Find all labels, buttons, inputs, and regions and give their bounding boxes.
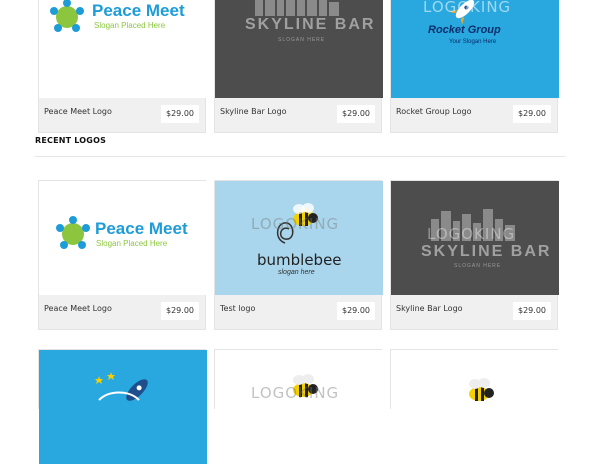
peace-meet-slogan: Slogan Placed Here — [96, 239, 168, 248]
logo-name[interactable]: Rocket Group Logo — [396, 107, 472, 116]
rocket-group-thumbnail[interactable]: LOGOKING Rocket Group Your Slogan Here — [391, 0, 559, 98]
logo-card[interactable]: LOGOKING bumblebee slogan here Test logo… — [214, 180, 383, 330]
logo-card[interactable]: Peace Meet Slogan Placed Here Peace Meet… — [38, 180, 207, 330]
rocket-title: Rocket Group — [428, 24, 501, 36]
rocket-slogan: Your Slogan Here — [449, 39, 497, 45]
rocket-group-thumbnail[interactable] — [39, 350, 207, 464]
bee-icon — [276, 203, 318, 244]
logo-name[interactable]: Test logo — [220, 304, 255, 313]
peace-meet-slogan: Slogan Placed Here — [94, 21, 166, 30]
peace-meet-title: Peace Meet — [95, 219, 188, 238]
bumblebee-thumbnail[interactable] — [391, 350, 559, 464]
skyline-slogan: SLOGAN HERE — [454, 263, 502, 269]
price-tag: $29.00 — [513, 105, 551, 123]
logo-card[interactable]: SKYLINE BAR SLOGAN HERE Skyline Bar Logo… — [214, 0, 383, 133]
bumblebee-slogan: slogan here — [278, 269, 315, 276]
bumblebee-thumbnail[interactable]: LOGOKING — [215, 350, 383, 464]
logo-card[interactable] — [390, 349, 559, 464]
peace-meet-thumbnail[interactable]: Peace Meet Slogan Placed Here — [39, 181, 207, 295]
section-title: RECENT LOGOS — [35, 136, 107, 145]
logo-card[interactable]: LOGOKING SKYLINE BAR SLOGAN HERE Skyline… — [390, 180, 559, 330]
watermark: LOGOKING — [251, 384, 340, 402]
logo-name[interactable]: Skyline Bar Logo — [220, 107, 287, 116]
watermark: LOGOKING — [427, 225, 516, 243]
skyline-icon — [255, 0, 339, 16]
logo-card[interactable] — [38, 349, 207, 464]
price-tag: $29.00 — [337, 105, 375, 123]
skyline-title: SKYLINE BAR — [421, 243, 552, 260]
rocket-icon — [95, 372, 148, 401]
peace-meet-title: Peace Meet — [92, 1, 185, 20]
logo-name[interactable]: Peace Meet Logo — [44, 304, 112, 313]
section-divider — [35, 156, 565, 157]
bumblebee-thumbnail[interactable]: LOGOKING bumblebee slogan here — [215, 181, 383, 295]
bee-icon — [293, 374, 318, 397]
skyline-title: SKYLINE BAR — [245, 16, 376, 33]
logo-card[interactable]: Peace Meet Slogan Placed Here Peace Meet… — [38, 0, 207, 133]
skyline-bar-thumbnail[interactable]: LOGOKING SKYLINE BAR SLOGAN HERE — [391, 181, 559, 295]
price-tag: $29.00 — [161, 105, 199, 123]
watermark: LOGOKING — [423, 0, 512, 16]
skyline-bar-thumbnail[interactable]: SKYLINE BAR SLOGAN HERE — [215, 0, 383, 98]
logo-name[interactable]: Peace Meet Logo — [44, 107, 112, 116]
price-tag: $29.00 — [513, 302, 551, 320]
peace-meet-thumbnail[interactable]: Peace Meet Slogan Placed Here — [39, 0, 207, 98]
logo-card[interactable]: LOGOKING Rocket Group Your Slogan Here R… — [390, 0, 559, 133]
bumblebee-title: bumblebee — [257, 251, 342, 269]
bee-icon — [469, 378, 494, 401]
watermark: LOGOKING — [251, 215, 340, 233]
skyline-slogan: SLOGAN HERE — [278, 37, 326, 43]
price-tag: $29.00 — [337, 302, 375, 320]
price-tag: $29.00 — [161, 302, 199, 320]
logo-name[interactable]: Skyline Bar Logo — [396, 304, 463, 313]
logo-card[interactable]: LOGOKING — [214, 349, 383, 464]
